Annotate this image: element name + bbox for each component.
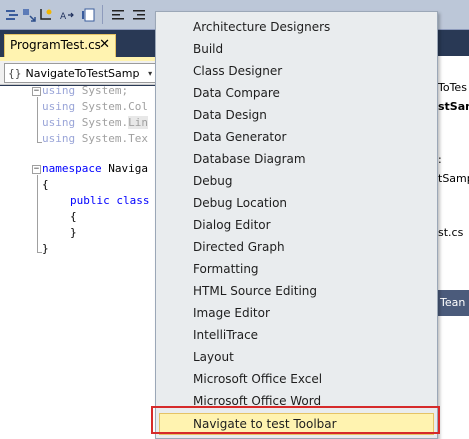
move-icon[interactable] xyxy=(20,6,37,23)
code-line: using System.Col xyxy=(42,100,148,113)
document-tab-label: ProgramTest.cs xyxy=(10,38,101,52)
namespace-icon: {} xyxy=(8,67,22,80)
toolbar-separator xyxy=(102,5,103,24)
indent-icon[interactable] xyxy=(3,6,20,23)
menu-item[interactable]: Microsoft Office Word xyxy=(159,390,434,412)
team-explorer-label: Tean xyxy=(440,296,466,309)
collapse-icon[interactable]: − xyxy=(32,165,41,174)
type-dropdown[interactable]: {} NavigateToTestSamp ▾ xyxy=(4,63,156,83)
menu-item[interactable]: Data Design xyxy=(159,104,434,126)
solution-explorer-panel: ToTes stSam : tSamp st.cs xyxy=(436,56,469,409)
close-icon[interactable]: ✕ xyxy=(99,37,110,52)
format-icon[interactable]: A xyxy=(58,6,75,23)
team-explorer-tab[interactable]: Tean xyxy=(436,290,469,316)
menu-item[interactable]: Data Compare xyxy=(159,82,434,104)
menu-item[interactable]: Debug Location xyxy=(159,192,434,214)
code-line: { xyxy=(42,178,49,191)
code-line: namespace Naviga xyxy=(42,162,148,175)
menu-item[interactable]: Formatting xyxy=(159,258,434,280)
chevron-down-icon[interactable]: ▾ xyxy=(145,69,155,78)
panel-text: ToTes xyxy=(438,81,467,94)
step-icon[interactable] xyxy=(37,6,54,23)
menu-item[interactable]: Class Designer xyxy=(159,60,434,82)
menu-item[interactable]: Image Editor xyxy=(159,302,434,324)
menu-item[interactable]: Dialog Editor xyxy=(159,214,434,236)
outline-line xyxy=(37,175,38,253)
menu-item[interactable]: Database Diagram xyxy=(159,148,434,170)
panel-text: tSamp xyxy=(438,172,469,185)
comment-icon[interactable] xyxy=(109,6,126,23)
panel-text: stSam xyxy=(438,100,469,113)
code-line: } xyxy=(42,242,49,255)
svg-text:A: A xyxy=(60,12,67,22)
outline-line xyxy=(37,97,38,143)
svg-text:{}: {} xyxy=(8,67,22,80)
menu-item[interactable]: Navigate to test Toolbar xyxy=(159,413,434,435)
type-dropdown-value: NavigateToTestSamp xyxy=(25,66,140,80)
code-line: public class xyxy=(70,194,150,207)
code-line: using System.Tex xyxy=(42,132,148,145)
menu-item[interactable]: Debug xyxy=(159,170,434,192)
menu-item[interactable]: Build xyxy=(159,38,434,60)
menu-item[interactable]: Architecture Designers xyxy=(159,16,434,38)
code-line: using System.Lin xyxy=(42,116,148,129)
document-tab[interactable]: ProgramTest.cs ✕ xyxy=(4,34,116,57)
collapse-icon[interactable]: − xyxy=(32,87,41,96)
code-line: using System; xyxy=(42,84,129,97)
menu-item[interactable]: Directed Graph xyxy=(159,236,434,258)
menu-item[interactable]: Data Generator xyxy=(159,126,434,148)
menu-item[interactable]: HTML Source Editing xyxy=(159,280,434,302)
menu-item[interactable]: Layout xyxy=(159,346,434,368)
uncomment-icon[interactable] xyxy=(130,6,147,23)
menu-item[interactable]: IntelliTrace xyxy=(159,324,434,346)
code-line: { xyxy=(70,210,77,223)
panel-text: : xyxy=(438,153,442,166)
panel-text: st.cs xyxy=(438,226,464,239)
document-icon[interactable] xyxy=(80,6,97,23)
editor-gutter xyxy=(0,86,30,439)
code-line: } xyxy=(70,226,77,239)
toolbar-context-menu: Architecture Designers Build Class Designe… xyxy=(155,11,438,439)
menu-item[interactable]: Microsoft Office Excel xyxy=(159,368,434,390)
